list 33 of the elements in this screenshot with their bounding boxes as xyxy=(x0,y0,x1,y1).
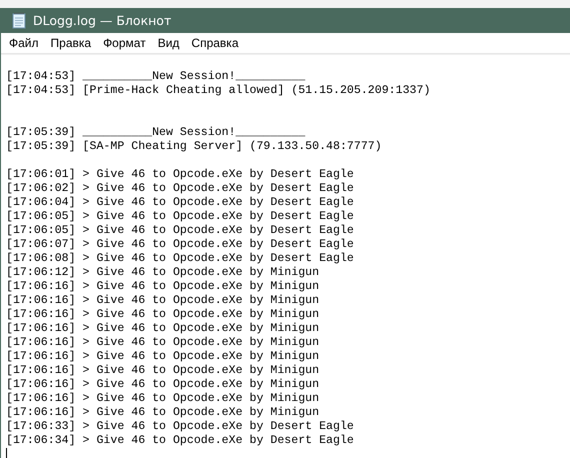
log-line: [17:06:16] > Give 46 to Opcode.eXe by Minigun xyxy=(6,322,320,336)
log-line: [17:06:33] > Give 46 to Opcode.eXe by Desert Eagle xyxy=(6,420,354,434)
log-line: [17:06:02] > Give 46 to Opcode.eXe by Desert Eagle xyxy=(6,182,354,196)
notepad-icon xyxy=(12,12,26,29)
menu-item[interactable]: Вид xyxy=(152,33,186,53)
log-line: [17:06:16] > Give 46 to Opcode.eXe by Minigun xyxy=(6,350,320,364)
log-line: [17:06:07] > Give 46 to Opcode.eXe by Desert Eagle xyxy=(6,238,354,252)
log-line: [17:04:53] __________New Session!__________ xyxy=(6,70,306,84)
log-line: [17:06:16] > Give 46 to Opcode.eXe by Minigun xyxy=(6,280,320,294)
log-line: [17:06:16] > Give 46 to Opcode.eXe by Minigun xyxy=(6,294,320,308)
log-line: [17:06:16] > Give 46 to Opcode.eXe by Minigun xyxy=(6,378,320,392)
log-line: [17:06:16] > Give 46 to Opcode.eXe by Minigun xyxy=(6,308,320,322)
log-line: [17:05:39] __________New Session!__________ xyxy=(6,126,306,140)
menu-item[interactable]: Справка xyxy=(185,33,244,53)
log-line: [17:05:39] [SA-MP Cheating Server] (79.133.50.48:7777) xyxy=(6,140,382,154)
window-title: DLogg.log — Блокнот xyxy=(33,13,172,28)
log-line: [17:06:12] > Give 46 to Opcode.eXe by Minigun xyxy=(6,266,320,280)
log-line: [17:06:34] > Give 46 to Opcode.eXe by Desert Eagle xyxy=(6,434,354,448)
log-line: [17:04:53] [Prime-Hack Cheating allowed] (51.15.205.209:1337) xyxy=(6,84,430,98)
log-line: [17:06:05] > Give 46 to Opcode.eXe by Desert Eagle xyxy=(6,210,354,224)
log-line: [17:06:08] > Give 46 to Opcode.eXe by Desert Eagle xyxy=(6,252,354,266)
menu-item[interactable]: Правка xyxy=(44,33,98,53)
log-line: [17:06:16] > Give 46 to Opcode.eXe by Minigun xyxy=(6,336,320,350)
log-line: [17:06:16] > Give 46 to Opcode.eXe by Minigun xyxy=(6,392,320,406)
text-editor[interactable] xyxy=(1,54,570,458)
menu-item[interactable]: Формат xyxy=(97,33,152,53)
log-line: [17:06:16] > Give 46 to Opcode.eXe by Minigun xyxy=(6,406,320,420)
log-line: [17:06:04] > Give 46 to Opcode.eXe by Desert Eagle xyxy=(6,196,354,210)
log-line: [17:06:16] > Give 46 to Opcode.eXe by Minigun xyxy=(6,364,320,378)
text-cursor xyxy=(6,448,7,458)
log-line: [17:06:01] > Give 46 to Opcode.eXe by Desert Eagle xyxy=(6,168,354,182)
log-line: [17:06:05] > Give 46 to Opcode.eXe by Desert Eagle xyxy=(6,224,354,238)
menu-item[interactable]: Файл xyxy=(3,33,45,53)
